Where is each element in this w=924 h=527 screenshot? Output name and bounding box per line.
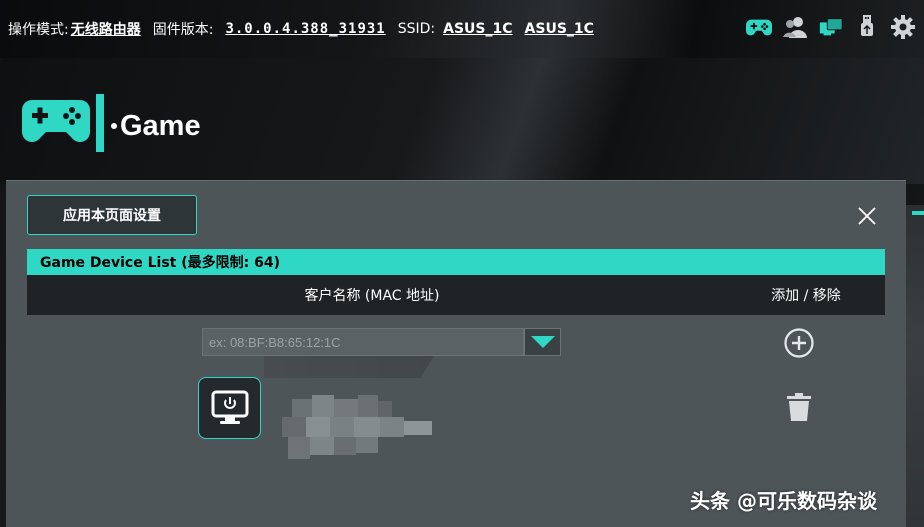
chevron-down-icon (530, 336, 555, 348)
dropdown-shadow (264, 356, 434, 378)
page-title: Game (120, 110, 201, 142)
trash-icon (787, 393, 811, 421)
watermark-text: 头条 @可乐数码杂谈 (690, 489, 877, 513)
plus-circle-icon (784, 328, 814, 358)
users-icon[interactable] (782, 14, 808, 40)
delete-device-button[interactable] (786, 391, 812, 423)
table-column-header: 客户名称 (MAC 地址) 添加 / 移除 (27, 275, 885, 315)
gear-icon[interactable] (890, 14, 916, 40)
top-icons (746, 14, 916, 40)
edge-accent (912, 211, 924, 215)
top-status-bar: 操作模式: 无线路由器 固件版本: 3.0.0.4.388_31931 SSID… (0, 0, 924, 58)
column-client-name: 客户名称 (MAC 地址) (304, 288, 440, 304)
ssid-label: SSID: (397, 21, 436, 37)
firmware-value-link[interactable]: 3.0.0.4.388_31931 (225, 21, 385, 37)
game-settings-panel: 应用本页面设置 Game Device List (最多限制: 64) 客户名称… (6, 180, 906, 527)
add-device-button[interactable] (783, 327, 815, 359)
game-device-list-header: Game Device List (最多限制: 64) (27, 249, 885, 275)
ssid-1-link[interactable]: ASUS_1C (443, 21, 512, 37)
apply-settings-button[interactable]: 应用本页面设置 (27, 195, 197, 235)
gamepad-icon[interactable] (746, 14, 772, 40)
client-dropdown-button[interactable] (524, 328, 561, 356)
device-monitor-icon (198, 377, 261, 439)
firmware-label: 固件版本: (152, 22, 214, 38)
mode-label: 操作模式: (8, 22, 69, 38)
column-add-remove: 添加 / 移除 (771, 288, 841, 304)
usb-icon[interactable] (854, 14, 880, 40)
blurred-device-name (282, 395, 432, 461)
router-info: 操作模式: 无线路由器 固件版本: 3.0.0.4.388_31931 SSID… (8, 19, 594, 39)
mac-address-input[interactable] (202, 328, 524, 356)
page: 操作模式: 无线路由器 固件版本: 3.0.0.4.388_31931 SSID… (0, 0, 924, 527)
game-logo-icon (22, 94, 118, 156)
network-icon[interactable] (818, 14, 844, 40)
mode-value-link[interactable]: 无线路由器 (71, 19, 141, 39)
close-icon[interactable] (856, 205, 878, 227)
side-panel-edge (906, 205, 924, 527)
ssid-2-link[interactable]: ASUS_1C (525, 21, 594, 37)
